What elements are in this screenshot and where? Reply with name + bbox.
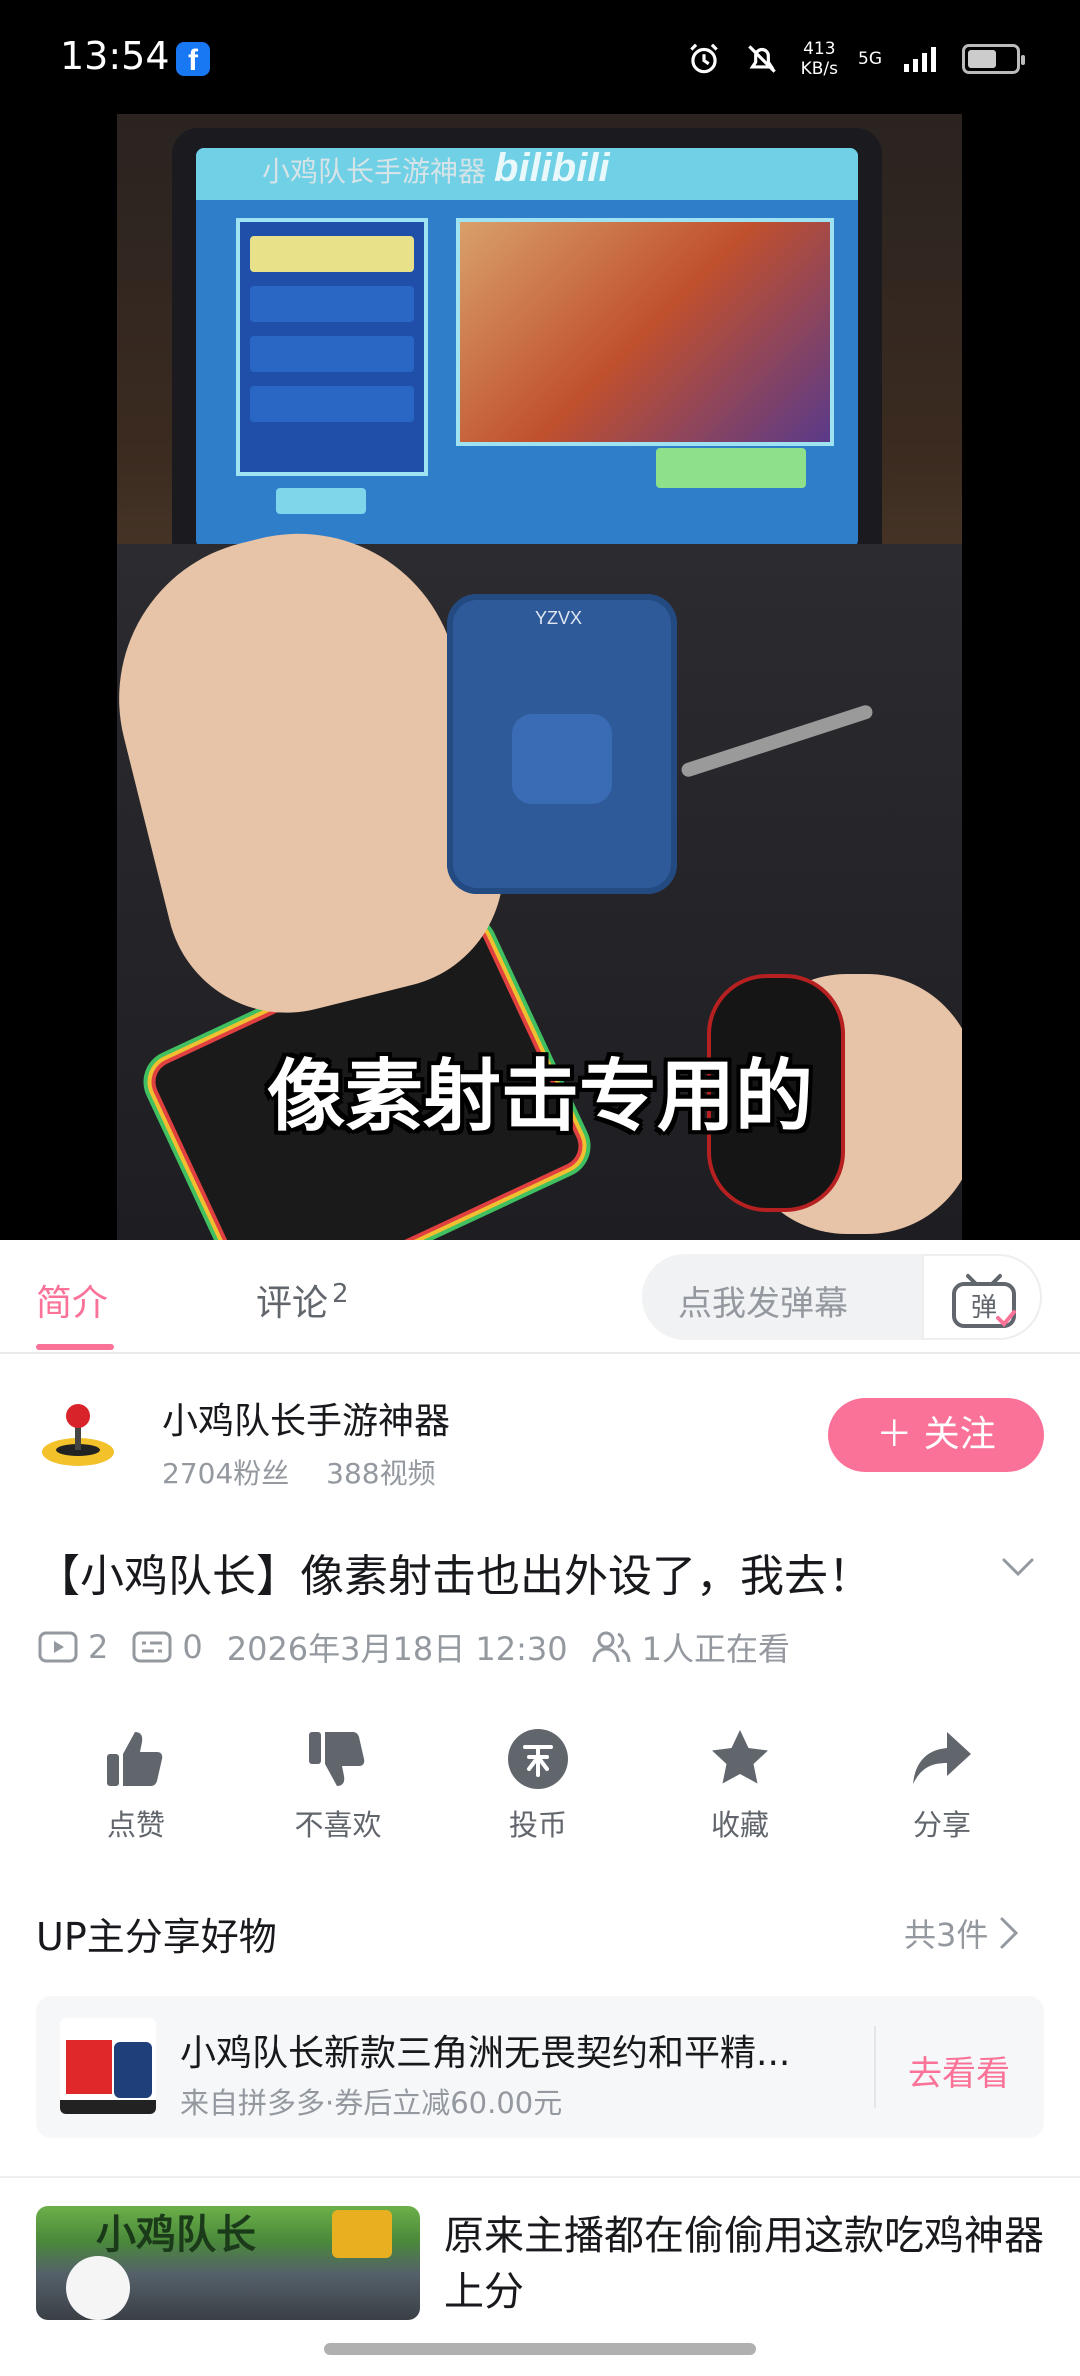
star-icon [712,1730,768,1784]
like-label: 点赞 [106,1808,165,1842]
play-count-icon [38,1631,78,1663]
chevron-right-icon [1000,1917,1019,1949]
uploader-stats: 2704粉丝 388视频 [162,1452,464,1492]
people-icon [592,1631,631,1663]
facebook-icon: f [176,42,210,77]
danmaku-placeholder: 点我发弹幕 [678,1284,848,1324]
dislike-label: 不喜欢 [294,1808,382,1842]
goods-card[interactable]: 小鸡队长新款三角洲无畏契约和平精... 来自拼多多·券后立减60.00元 去看看 [36,1996,1044,2138]
goods-go-button[interactable]: 去看看 [908,2046,1010,2095]
coin-icon [508,1729,568,1789]
danmaku-icon: 弹 [952,1274,1016,1328]
play-count: 2 [38,1628,108,1666]
share-label: 分享 [912,1808,971,1842]
thumbs-down-icon [309,1732,365,1786]
like-button[interactable]: 点赞 [66,1726,206,1844]
favorite-label: 收藏 [710,1808,769,1842]
coin-label: 投币 [508,1808,567,1842]
uploader-fans: 2704粉丝 [162,1457,290,1490]
share-icon [913,1732,971,1784]
tab-underline [36,1344,114,1350]
watching-count: 1人正在看 [592,1624,790,1670]
alarm-icon [689,43,718,74]
publish-date: 2026年3月18日 12:30 [226,1630,568,1668]
thumbs-up-icon [107,1732,163,1786]
danmaku-input[interactable]: 点我发弹幕 弹 [642,1254,1042,1340]
battery-icon [962,44,1025,74]
svg-text:弹: 弹 [971,1293,997,1323]
status-time: 13:54 [60,34,170,78]
trigger-image [332,2210,392,2258]
share-button[interactable]: 分享 [872,1726,1012,1844]
goods-source: 来自拼多多·券后立减60.00元 [180,2086,563,2120]
section-divider [0,2176,1080,2178]
detail-tab-bar: 简介 评论 2 点我发弹幕 弹 [0,1240,1080,1354]
video-tablet [172,128,882,574]
uploader-videos: 388视频 [326,1457,436,1490]
video-subtitle: 像素射击专用的 [266,1052,813,1142]
net-speed: 413 KB/s [800,39,838,79]
signal-icon [904,47,936,72]
video-title: 【小鸡队长】像素射击也出外设了，我去！ [36,1551,872,1602]
status-bar: 13:54 f 413 KB/s 5G [0,0,1080,114]
tab-comments-label: 评论 [256,1283,329,1324]
comment-count: 2 [332,1279,349,1309]
recommended-video-title[interactable]: 原来主播都在偷偷用这款吃鸡神器上分 [444,2208,1044,2320]
status-icons: 413 KB/s 5G [685,34,1025,84]
goods-name: 小鸡队长新款三角洲无畏契约和平精... [180,2033,791,2074]
coin-button[interactable]: 投币 [468,1726,608,1844]
goods-count-link[interactable]: 共3件 [904,1910,1020,1956]
uploader-avatar[interactable] [38,1394,118,1474]
recommended-video-thumbnail[interactable]: 小鸡队长 [36,2206,420,2320]
mute-icon [747,45,776,73]
danmaku-count: 0 [132,1628,203,1666]
goods-count: 共3件 [904,1916,989,1954]
tab-intro[interactable]: 简介 [36,1274,108,1326]
video-player[interactable]: 小鸡队长手游神器 bilibili YZVX 像素射击专用的 [0,114,1080,1354]
paw-controller-image [66,2256,130,2320]
goods-thumbnail [60,2018,156,2114]
danmaku-toggle-button[interactable]: 弹 [922,1254,1042,1340]
video-watermark: 小鸡队长手游神器 bilibili [262,146,610,190]
goods-divider [874,2026,876,2108]
video-meta: 2 0 2026年3月18日 12:30 1人正在看 [38,1622,814,1672]
dislike-button[interactable]: 不喜欢 [268,1726,408,1844]
home-indicator[interactable] [324,2343,756,2355]
goods-section-title: UP主分享好物 [36,1915,277,1959]
uploader-name[interactable]: 小鸡队长手游神器 [162,1392,450,1444]
favorite-button[interactable]: 收藏 [670,1726,810,1844]
follow-button[interactable]: ＋ 关注 [828,1398,1044,1472]
network-type: 5G [858,49,882,69]
chevron-down-icon[interactable] [998,1546,1038,1586]
converter-device: YZVX [447,594,677,894]
danmaku-count-icon [132,1631,172,1663]
action-bar: 点赞 不喜欢 投币 收藏 分享 [0,1726,1080,1856]
thumbnail-text: 小鸡队长 [96,2212,256,2258]
tab-comments[interactable]: 评论 2 [256,1274,349,1326]
